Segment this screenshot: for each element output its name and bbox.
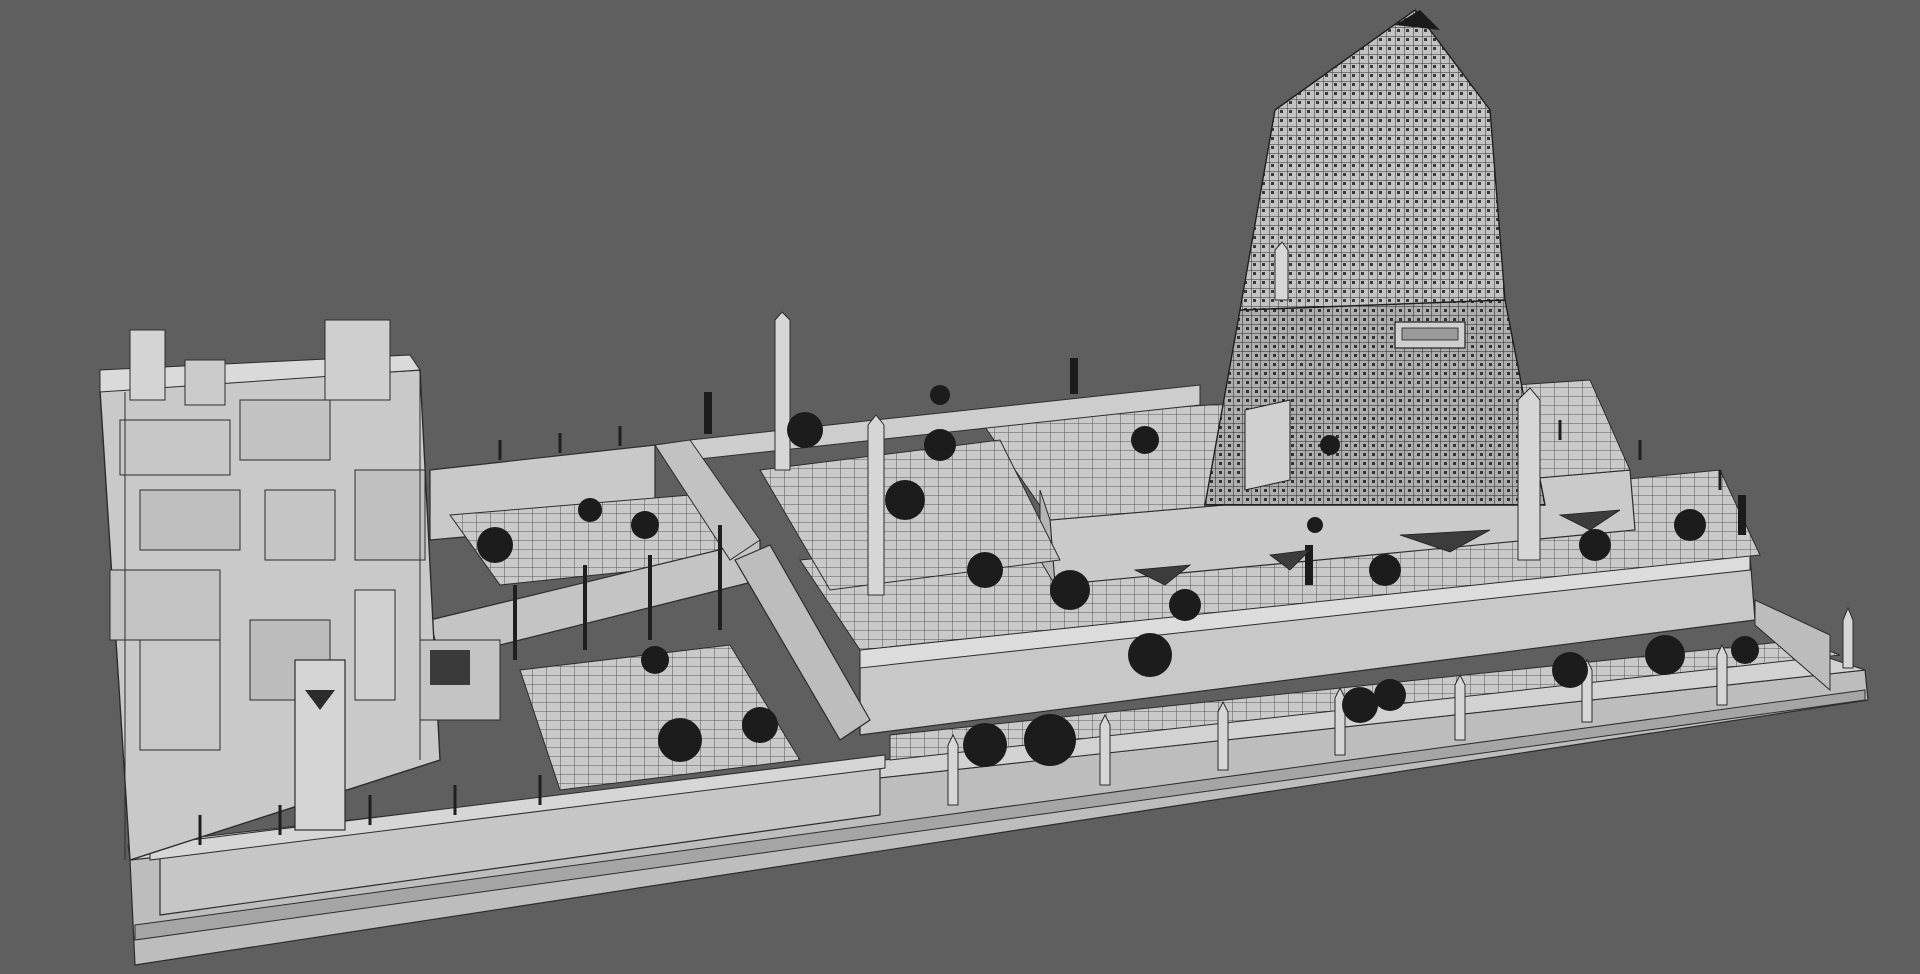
left-palace-complex [99,319,501,861]
3d-viewport[interactable] [0,0,1920,974]
scene-render [99,9,1869,966]
pyramid [1204,9,1546,506]
